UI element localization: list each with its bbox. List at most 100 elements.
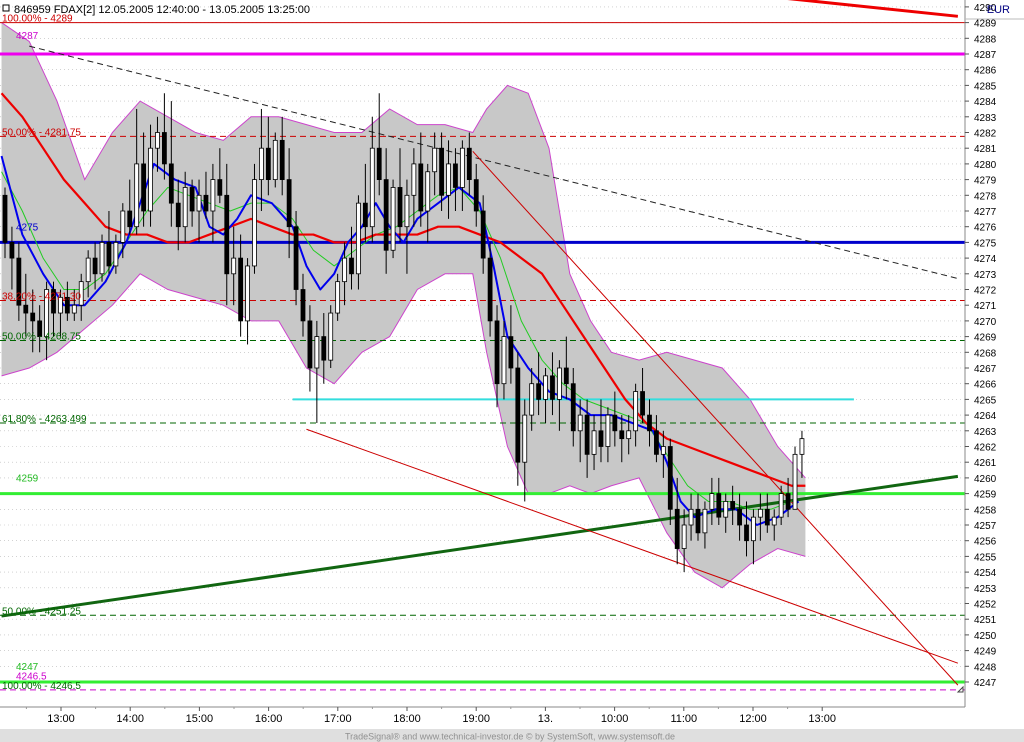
level-annotation: 4275	[16, 222, 39, 233]
level-annotation: 4259	[16, 474, 39, 485]
candle-body	[196, 194, 202, 212]
candle-body	[418, 163, 424, 212]
level-annotation: 100.00% - 4246.5	[2, 681, 81, 692]
price-tick-label: 4258	[974, 505, 997, 516]
candle-body	[92, 257, 98, 275]
candle-body	[626, 430, 632, 440]
candle-body	[737, 508, 742, 526]
price-tick-label: 4286	[974, 66, 997, 77]
candle-body	[9, 241, 15, 259]
price-tick-label: 4275	[974, 238, 997, 249]
price-tick-label: 4282	[974, 129, 997, 140]
time-tick-label: 11:00	[670, 713, 697, 725]
chart-menu-icon[interactable]	[2, 4, 10, 12]
price-tick-label: 4272	[974, 286, 997, 297]
price-tick-label: 4254	[974, 568, 997, 579]
time-tick-label: 13:00	[808, 713, 836, 725]
price-tick-label: 4253	[974, 584, 997, 595]
time-tick-label: 16:00	[255, 713, 283, 725]
candle-body	[335, 281, 341, 314]
candle-body	[85, 257, 91, 283]
level-annotation: 4287	[16, 31, 39, 42]
time-tick-label: 18:00	[393, 713, 421, 725]
candle-body	[362, 202, 368, 228]
candle-body	[730, 501, 736, 510]
candle-body	[633, 391, 639, 432]
price-tick-label: 4255	[974, 552, 997, 563]
candle-body	[494, 320, 500, 385]
price-tick-label: 4252	[974, 600, 997, 611]
candle-body	[314, 336, 320, 369]
candle-body	[99, 241, 105, 275]
price-tick-label: 4248	[974, 662, 997, 673]
price-tick-label: 4276	[974, 223, 997, 234]
candle-body	[480, 210, 486, 259]
candle-body	[744, 524, 749, 542]
candle-body	[709, 493, 715, 510]
candle-body	[432, 147, 438, 173]
price-tick-label: 4283	[974, 113, 997, 124]
price-tick-label: 4263	[974, 427, 997, 438]
candle-body	[300, 289, 306, 322]
price-tick-label: 4277	[974, 207, 997, 218]
price-tick-label: 4268	[974, 348, 997, 359]
candle-body	[231, 257, 237, 275]
candle-body	[168, 163, 174, 204]
candle-body	[120, 210, 126, 243]
candle-body	[778, 493, 784, 518]
candle-body	[279, 139, 285, 181]
candle-body	[522, 414, 528, 463]
candle-body	[487, 257, 493, 322]
time-tick-label: 10:00	[601, 713, 629, 725]
candle-body	[71, 304, 77, 314]
candle-body	[134, 163, 140, 228]
candle-body	[439, 147, 444, 196]
candle-body	[349, 257, 354, 275]
candle-body	[161, 132, 167, 165]
candle-body	[23, 304, 29, 314]
price-tick-label: 4289	[974, 19, 997, 30]
candle-body	[536, 383, 542, 400]
candle-body	[577, 414, 583, 432]
candle-body	[141, 163, 147, 212]
price-tick-label: 4284	[974, 97, 997, 108]
candle-body	[203, 194, 209, 212]
candle-body	[695, 508, 701, 534]
candle-body	[751, 516, 756, 542]
level-annotation: 61.80% - 4263.499	[2, 414, 87, 425]
candle-body	[182, 187, 188, 228]
price-tick-label: 4280	[974, 160, 997, 171]
candle-body	[175, 202, 181, 228]
candle-body	[383, 179, 389, 251]
candle-body	[113, 241, 119, 267]
price-tick-label: 4288	[974, 34, 997, 45]
candle-body	[189, 187, 195, 212]
candle-body	[356, 202, 361, 275]
candle-body	[411, 163, 417, 196]
candle-body	[459, 147, 465, 188]
price-tick-label: 4269	[974, 333, 997, 344]
price-tick-label: 4274	[974, 254, 997, 265]
price-tick-label: 4259	[974, 490, 997, 501]
price-tick-label: 4260	[974, 474, 997, 485]
time-tick-label: 17:00	[324, 713, 352, 725]
candle-body	[563, 367, 569, 385]
candle-body	[30, 312, 36, 322]
candle-body	[570, 383, 576, 432]
candle-body	[446, 163, 451, 196]
candle-body	[667, 446, 673, 510]
price-tick-label: 4285	[974, 81, 997, 92]
time-tick-label: 12:00	[739, 713, 767, 725]
candle-body	[660, 446, 666, 455]
candle-body	[688, 508, 694, 526]
time-tick-label: 19:00	[462, 713, 490, 725]
price-tick-label: 4247	[974, 678, 997, 689]
price-tick-label: 4261	[974, 458, 997, 469]
candle-body	[473, 179, 479, 212]
price-tick-label: 4249	[974, 647, 997, 658]
level-annotation: 50.00% - 4281.75	[2, 127, 81, 138]
candle-body	[543, 375, 548, 400]
candle-body	[612, 414, 618, 432]
candle-body	[466, 147, 472, 180]
price-tick-label: 4273	[974, 270, 997, 281]
